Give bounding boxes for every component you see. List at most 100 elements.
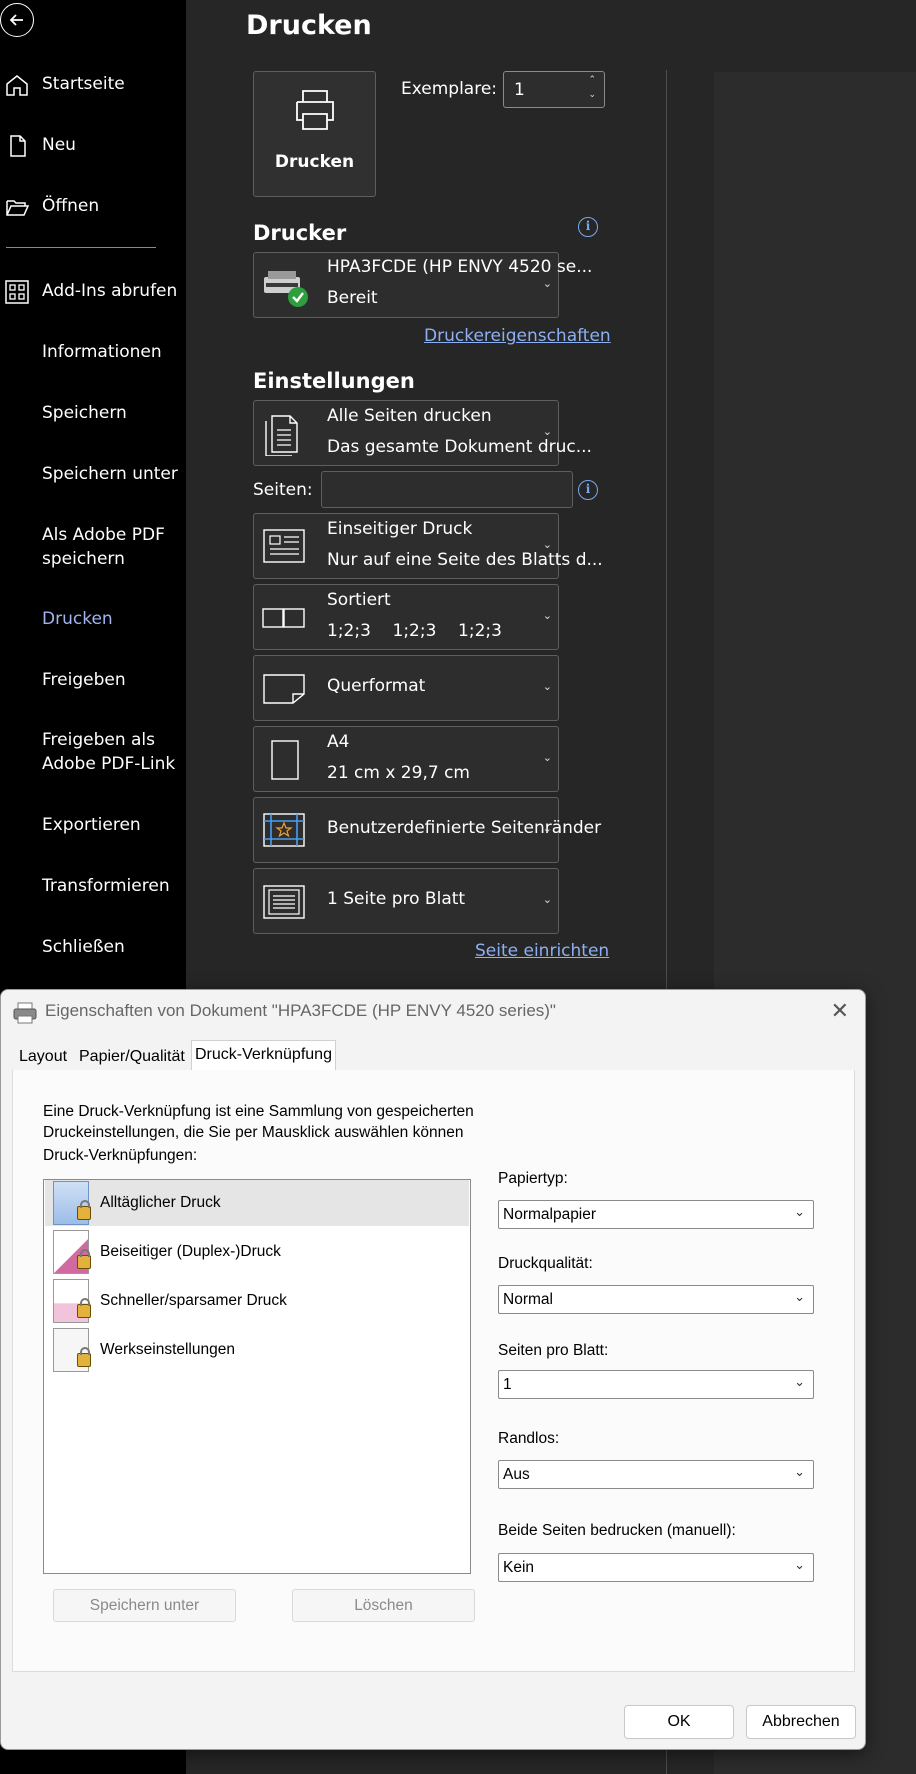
printer-dropdown[interactable]: HPA3FCDE (HP ENVY 4520 se... Bereit ⌄	[253, 252, 592, 318]
sidebar-item-label: Startseite	[42, 74, 125, 94]
printer-heading: Drucker	[253, 221, 347, 245]
chevron-down-icon: ⌄	[542, 893, 552, 906]
lock-icon	[77, 1298, 91, 1318]
print-range-title: Alle Seiten drucken	[327, 406, 492, 426]
sidebar-item-label: speichern	[42, 549, 125, 569]
list-item-label: Alltäglicher Druck	[100, 1194, 221, 1211]
orientation-title: Querformat	[327, 676, 426, 696]
sidebar-item-label: Schließen	[42, 937, 125, 957]
sidebar-item-save-as-pdf[interactable]: Als Adobe PDF speichern	[0, 523, 186, 573]
paper-type-label: Papiertyp:	[498, 1170, 568, 1187]
margins-title: Benutzerdefinierte Seitenränder	[327, 818, 602, 838]
portrait-page-icon	[271, 740, 299, 780]
close-icon[interactable]: ✕	[831, 998, 849, 1024]
sidebar-item-label: Drucken	[42, 609, 113, 629]
custom-margins-icon	[263, 813, 305, 847]
settings-heading: Einstellungen	[253, 369, 415, 393]
tab-paper-quality[interactable]: Papier/Qualität	[76, 1044, 188, 1070]
print-range-dropdown[interactable]: Alle Seiten drucken Das gesamte Dokument…	[253, 400, 592, 466]
page-title: Drucken	[246, 10, 372, 41]
sidebar-item-new[interactable]: Neu	[0, 133, 186, 159]
sidebar-item-transform[interactable]: Transformieren	[0, 874, 186, 900]
cancel-button[interactable]: Abbrechen	[746, 1705, 856, 1739]
manual-duplex-select[interactable]: Kein ⌄	[498, 1553, 814, 1582]
paper-type-value: Normalpapier	[503, 1206, 597, 1223]
collate-title: Sortiert	[327, 590, 391, 610]
print-shortcuts-panel: Eine Druck-Verknüpfung ist eine Sammlung…	[12, 1070, 855, 1672]
printer-icon	[296, 90, 334, 130]
tab-layout[interactable]: Layout	[16, 1044, 70, 1070]
info-icon[interactable]: i	[578, 480, 598, 500]
description-line: Eine Druck-Verknüpfung ist eine Sammlung…	[43, 1103, 474, 1120]
margins-dropdown[interactable]: Benutzerdefinierte Seitenränder ⌄	[253, 797, 601, 863]
paper-size-dropdown[interactable]: A4 21 cm x 29,7 cm ⌄	[253, 726, 559, 792]
list-item-label: Beiseitiger (Duplex-)Druck	[100, 1243, 281, 1260]
single-sided-icon	[263, 529, 305, 563]
sidebar-item-close[interactable]: Schließen	[0, 935, 186, 961]
sidebar-item-save[interactable]: Speichern	[0, 401, 186, 427]
sidebar-item-label: Transformieren	[42, 876, 170, 896]
page-setup-link[interactable]: Seite einrichten	[475, 941, 609, 961]
chevron-down-icon: ⌄	[542, 538, 552, 551]
sides-dropdown[interactable]: Einseitiger Druck Nur auf eine Seite des…	[253, 513, 603, 579]
pages-per-sheet-value: 1	[503, 1376, 512, 1393]
info-icon[interactable]: i	[578, 217, 598, 237]
printer-properties-link[interactable]: Druckereigenschaften	[424, 326, 611, 346]
sides-title: Einseitiger Druck	[327, 519, 473, 539]
save-as-button[interactable]: Speichern unter	[53, 1589, 236, 1622]
sidebar-item-share-pdf-link[interactable]: Freigeben als Adobe PDF-Link	[0, 728, 186, 778]
back-button[interactable]	[0, 3, 34, 37]
sidebar-item-share[interactable]: Freigeben	[0, 668, 186, 694]
copies-value: 1	[514, 80, 525, 100]
paper-size-title: A4	[327, 732, 350, 752]
paper-type-select[interactable]: Normalpapier ⌄	[498, 1200, 814, 1229]
sidebar-item-open[interactable]: Öffnen	[0, 194, 186, 220]
ok-button[interactable]: OK	[624, 1705, 734, 1739]
orientation-dropdown[interactable]: Querformat ⌄	[253, 655, 559, 721]
borderless-select[interactable]: Aus ⌄	[498, 1460, 814, 1489]
delete-button[interactable]: Löschen	[292, 1589, 475, 1622]
printer-icon	[13, 1002, 37, 1024]
sidebar-item-label: Freigeben	[42, 670, 126, 690]
print-button[interactable]: Drucken	[253, 71, 376, 197]
sidebar-item-home[interactable]: Startseite	[0, 72, 186, 98]
print-button-label: Drucken	[274, 152, 355, 172]
sidebar-item-export[interactable]: Exportieren	[0, 813, 186, 839]
pages-per-sheet-select[interactable]: 1 ⌄	[498, 1370, 814, 1399]
copies-input[interactable]: 1 ⌃ ⌄	[503, 71, 605, 108]
sidebar-item-label: Speichern unter	[42, 464, 178, 484]
sidebar-item-info[interactable]: Informationen	[0, 340, 186, 366]
print-quality-value: Normal	[503, 1291, 553, 1308]
collated-pages-icon	[262, 608, 305, 628]
list-item[interactable]: Werkseinstellungen	[45, 1327, 469, 1373]
sidebar-item-add-ins[interactable]: Add-Ins abrufen	[0, 279, 186, 305]
spin-down-icon[interactable]: ⌄	[588, 90, 596, 100]
sidebar-item-label: Speichern	[42, 403, 127, 423]
chevron-down-icon: ⌄	[794, 1557, 805, 1572]
sidebar-item-label: Adobe PDF-Link	[42, 754, 176, 774]
pages-per-sheet-dropdown[interactable]: 1 Seite pro Blatt ⌄	[253, 868, 559, 934]
list-item[interactable]: Schneller/sparsamer Druck	[45, 1278, 469, 1324]
sidebar-item-label: Add-Ins abrufen	[42, 281, 178, 301]
tab-print-shortcuts[interactable]: Druck-Verknüpfung	[191, 1040, 336, 1071]
list-item[interactable]: Beiseitiger (Duplex-)Druck	[45, 1229, 469, 1275]
chevron-down-icon: ⌄	[542, 680, 552, 693]
print-quality-select[interactable]: Normal ⌄	[498, 1285, 814, 1314]
sidebar-item-save-as[interactable]: Speichern unter	[0, 462, 186, 488]
sidebar-item-label: Als Adobe PDF	[42, 525, 165, 545]
list-item[interactable]: Alltäglicher Druck	[45, 1180, 469, 1226]
chevron-down-icon: ⌄	[542, 751, 552, 764]
collate-dropdown[interactable]: Sortiert 1;2;3 1;2;3 1;2;3 ⌄	[253, 584, 559, 650]
borderless-label: Randlos:	[498, 1430, 560, 1447]
spin-up-icon[interactable]: ⌃	[588, 75, 596, 85]
sidebar-item-label: Informationen	[42, 342, 162, 362]
printer-ready-icon	[264, 271, 308, 307]
manual-duplex-label: Beide Seiten bedrucken (manuell):	[498, 1522, 736, 1539]
folder-open-icon	[6, 200, 30, 216]
sidebar-item-print[interactable]: Drucken	[0, 607, 186, 633]
home-icon	[6, 75, 28, 96]
shortcuts-list[interactable]: Alltäglicher Druck Beiseitiger (Duplex-)…	[43, 1179, 471, 1574]
sidebar-divider	[6, 247, 156, 248]
pages-input[interactable]	[321, 471, 573, 508]
shortcuts-description: Eine Druck-Verknüpfung ist eine Sammlung…	[43, 1101, 523, 1143]
